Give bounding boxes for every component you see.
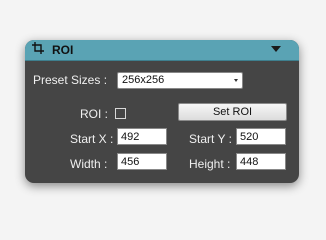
- roi-label: ROI :: [80, 107, 109, 121]
- start-x-label: Start X :: [70, 132, 114, 146]
- panel-titlebar[interactable]: ROI: [25, 40, 299, 61]
- start-y-label: Start Y :: [189, 132, 232, 146]
- set-roi-button[interactable]: Set ROI: [178, 103, 287, 121]
- panel-title: ROI: [52, 43, 74, 57]
- crop-icon: [32, 42, 44, 54]
- height-field[interactable]: [236, 153, 286, 170]
- width-field[interactable]: [117, 153, 167, 170]
- preset-sizes-value: 256x256: [122, 74, 165, 86]
- preset-sizes-dropdown[interactable]: 256x256: [117, 72, 243, 89]
- start-x-field[interactable]: [117, 128, 167, 145]
- dropdown-arrow-icon: [234, 79, 238, 82]
- roi-panel: ROI Preset Sizes : 256x256 ROI : Set ROI…: [25, 40, 299, 183]
- height-label: Height :: [189, 157, 231, 171]
- preset-sizes-label: Preset Sizes :: [33, 73, 108, 87]
- start-y-field[interactable]: [236, 128, 286, 145]
- roi-checkbox[interactable]: [115, 108, 126, 119]
- width-label: Width :: [70, 157, 108, 171]
- collapse-arrow-icon[interactable]: [271, 46, 281, 52]
